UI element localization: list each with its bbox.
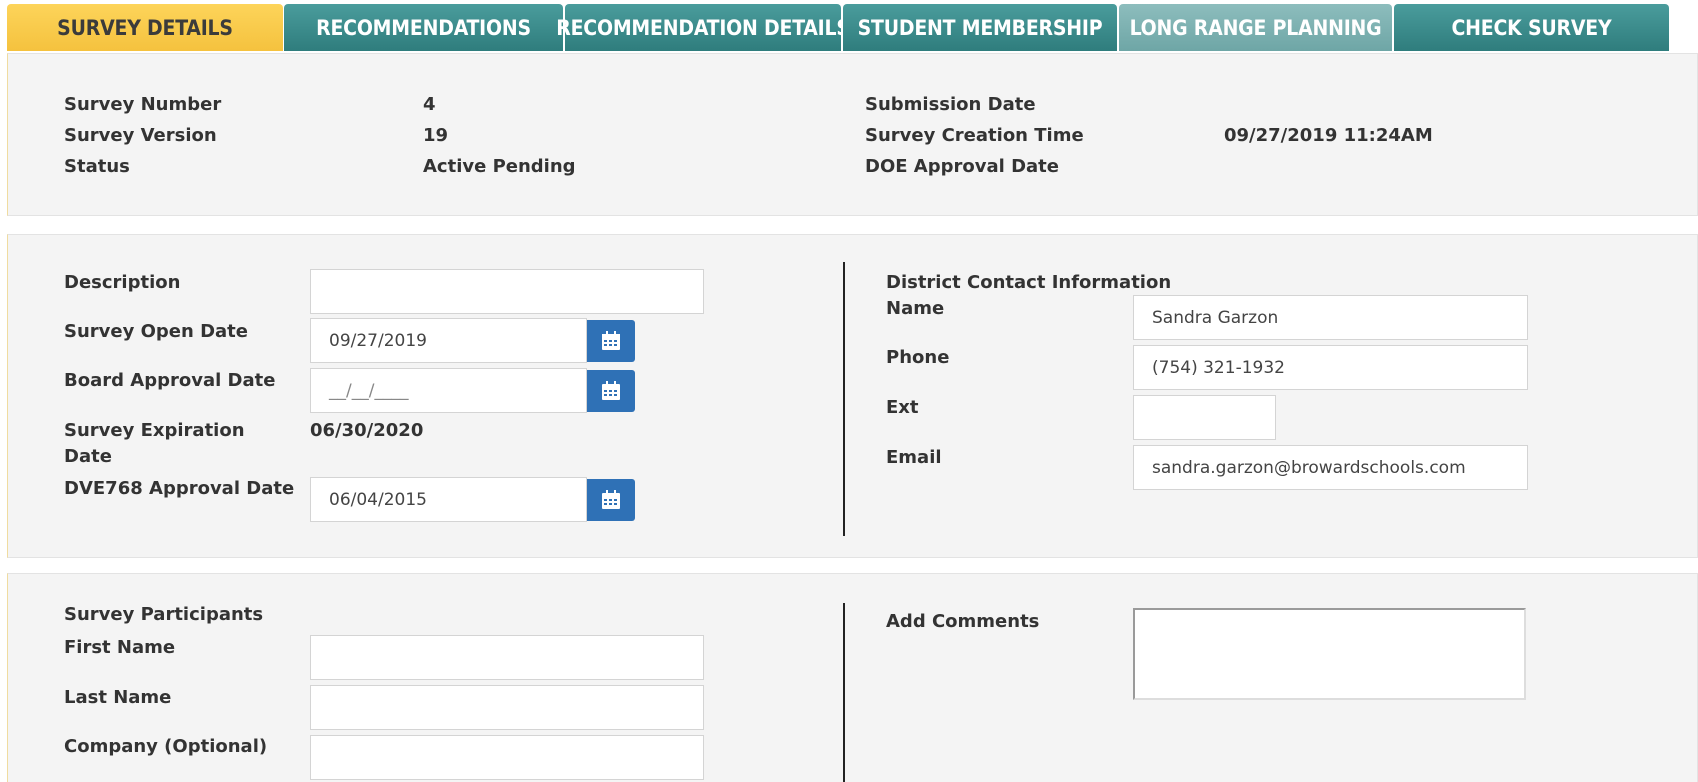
district-contact-heading: District Contact Information bbox=[886, 272, 1172, 293]
board-approval-date-label: Board Approval Date bbox=[64, 370, 276, 391]
survey-participants-heading: Survey Participants bbox=[64, 604, 264, 625]
description-input[interactable] bbox=[310, 269, 704, 314]
tab-student-membership[interactable]: STUDENT MEMBERSHIP bbox=[843, 4, 1117, 51]
last-name-label: Last Name bbox=[64, 687, 172, 708]
survey-details-panel: Description Survey Open Date 09/27/2019 … bbox=[7, 234, 1698, 558]
contact-phone-label: Phone bbox=[886, 347, 950, 368]
submission-date-label: Submission Date bbox=[865, 94, 1036, 115]
company-label: Company (Optional) bbox=[64, 736, 268, 757]
company-input[interactable] bbox=[310, 735, 704, 780]
calendar-icon bbox=[602, 381, 620, 400]
dve768-approval-date-input[interactable]: 06/04/2015 bbox=[310, 477, 587, 522]
board-approval-date-input[interactable]: __/__/____ bbox=[310, 368, 587, 413]
creation-time-label: Survey Creation Time bbox=[865, 125, 1084, 146]
tab-check-survey[interactable]: CHECK SURVEY bbox=[1394, 4, 1669, 51]
contact-ext-label: Ext bbox=[886, 397, 919, 418]
survey-open-date-input[interactable]: 09/27/2019 bbox=[310, 318, 587, 363]
survey-expiration-label-line1: Survey Expiration bbox=[64, 420, 245, 441]
calendar-icon bbox=[602, 331, 620, 350]
survey-version-value: 19 bbox=[423, 125, 449, 146]
tab-bar: SURVEY DETAILS RECOMMENDATIONS RECOMMEND… bbox=[7, 4, 1669, 51]
first-name-label: First Name bbox=[64, 637, 176, 658]
add-comments-textarea[interactable] bbox=[1133, 608, 1526, 700]
survey-expiration-date-value: 06/30/2020 bbox=[310, 420, 424, 441]
tab-survey-details[interactable]: SURVEY DETAILS bbox=[7, 4, 283, 51]
board-approval-date-picker-button[interactable] bbox=[587, 370, 635, 412]
tab-long-range-planning[interactable]: LONG RANGE PLANNING bbox=[1119, 4, 1392, 51]
survey-expiration-label-line2: Date bbox=[64, 446, 112, 467]
contact-phone-input[interactable]: (754) 321-1932 bbox=[1133, 345, 1528, 390]
survey-number-value: 4 bbox=[423, 94, 436, 115]
survey-number-label: Survey Number bbox=[64, 94, 222, 115]
status-label: Status bbox=[64, 156, 130, 177]
dve768-approval-date-label: DVE768 Approval Date bbox=[64, 478, 295, 499]
dve768-approval-date-picker-button[interactable] bbox=[587, 479, 635, 521]
survey-open-date-label: Survey Open Date bbox=[64, 321, 248, 342]
contact-ext-input[interactable] bbox=[1133, 395, 1276, 440]
contact-email-input[interactable]: sandra.garzon@browardschools.com bbox=[1133, 445, 1528, 490]
participants-panel: Survey Participants First Name Last Name… bbox=[7, 573, 1698, 782]
creation-time-value: 09/27/2019 11:24AM bbox=[1224, 125, 1433, 146]
survey-version-label: Survey Version bbox=[64, 125, 217, 146]
add-comments-label: Add Comments bbox=[886, 611, 1040, 632]
survey-expiration-date-label: Survey Expiration Date bbox=[64, 418, 245, 470]
description-label: Description bbox=[64, 272, 181, 293]
first-name-input[interactable] bbox=[310, 635, 704, 680]
last-name-input[interactable] bbox=[310, 685, 704, 730]
survey-summary-panel: Survey Number 4 Survey Version 19 Status… bbox=[7, 53, 1698, 216]
contact-name-input[interactable]: Sandra Garzon bbox=[1133, 295, 1528, 340]
doe-approval-date-label: DOE Approval Date bbox=[865, 156, 1059, 177]
column-divider bbox=[843, 262, 845, 536]
status-value: Active Pending bbox=[423, 156, 576, 177]
contact-email-label: Email bbox=[886, 447, 942, 468]
survey-open-date-picker-button[interactable] bbox=[587, 320, 635, 362]
tab-recommendation-details[interactable]: RECOMMENDATION DETAILS bbox=[556, 4, 850, 51]
contact-name-label: Name bbox=[886, 298, 945, 319]
calendar-icon bbox=[602, 490, 620, 509]
tab-recommendations[interactable]: RECOMMENDATIONS bbox=[284, 4, 563, 51]
column-divider bbox=[843, 603, 845, 782]
